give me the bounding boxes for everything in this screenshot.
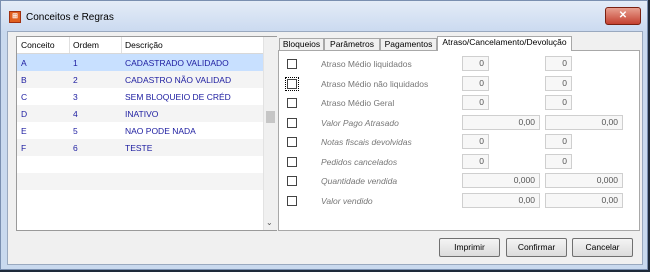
chevron-down-icon[interactable]: ⌄ bbox=[266, 218, 273, 227]
field-label: Valor Pago Atrasado bbox=[321, 117, 399, 128]
cell-descricao: TESTE bbox=[125, 143, 153, 153]
field-row: Quantidade vendida 0,000 0,000 bbox=[279, 172, 639, 189]
cell-descricao: INATIVO bbox=[125, 109, 159, 119]
tab-pagamentos[interactable]: Pagamentos bbox=[380, 38, 437, 50]
field-checkbox[interactable] bbox=[287, 156, 297, 167]
field-value-2[interactable]: 0,00 bbox=[545, 114, 623, 130]
cell-ordem: 4 bbox=[73, 109, 78, 119]
table-row[interactable] bbox=[17, 156, 263, 173]
scrollbar-thumb[interactable] bbox=[266, 111, 275, 123]
field-label: Atraso Médio liquidados bbox=[321, 59, 412, 69]
col-header-conceito[interactable]: Conceito bbox=[21, 40, 55, 50]
field-checkbox[interactable] bbox=[287, 59, 297, 69]
cell-descricao: SEM BLOQUEIO DE CRÉD bbox=[125, 92, 231, 102]
table-row[interactable]: C 3 SEM BLOQUEIO DE CRÉD bbox=[17, 88, 263, 105]
field-label: Pedidos cancelados bbox=[321, 156, 398, 167]
cell-ordem: 3 bbox=[73, 92, 78, 102]
cell-ordem: 2 bbox=[73, 75, 78, 85]
cell-conceito: E bbox=[21, 126, 27, 136]
field-value-2[interactable]: 0 bbox=[545, 75, 572, 91]
imprimir-button[interactable]: Imprimir bbox=[439, 238, 500, 257]
field-value-1[interactable]: 0 bbox=[462, 134, 489, 149]
close-button[interactable]: ✕ bbox=[605, 7, 641, 25]
table-row[interactable]: D 4 INATIVO bbox=[17, 105, 263, 122]
field-row: Atraso Médio Geral 0 0 bbox=[279, 94, 639, 111]
cell-descricao: CADASTRO NÃO VALIDAD bbox=[125, 75, 232, 85]
cell-ordem: 6 bbox=[73, 143, 78, 153]
list-header: Conceito Ordem Descrição bbox=[17, 37, 263, 54]
field-value-1[interactable]: 0 bbox=[462, 56, 489, 71]
cell-conceito: D bbox=[21, 109, 28, 119]
field-label: Atraso Médio Geral bbox=[321, 98, 395, 108]
table-row[interactable]: E 5 NAO PODE NADA bbox=[17, 122, 263, 139]
window-title: Conceitos e Regras bbox=[26, 12, 114, 23]
cell-conceito: C bbox=[21, 92, 28, 102]
table-row[interactable]: A 1 CADASTRADO VALIDADO bbox=[17, 54, 263, 71]
tab-parametros[interactable]: Parâmetros bbox=[324, 38, 380, 50]
field-row: Valor Pago Atrasado 0,00 0,00 bbox=[279, 114, 639, 131]
col-header-ordem[interactable]: Ordem bbox=[73, 40, 99, 50]
table-row[interactable]: F 6 TESTE bbox=[17, 139, 263, 156]
field-value-1[interactable]: 0,000 bbox=[462, 173, 540, 188]
conceitos-list[interactable]: Conceito Ordem Descrição A 1 CADASTRADO VA… bbox=[16, 36, 277, 231]
cell-descricao: CADASTRADO VALIDADO bbox=[125, 58, 229, 68]
list-scrollbar[interactable]: ⌄ bbox=[263, 37, 277, 230]
field-checkbox[interactable] bbox=[285, 76, 299, 91]
table-row[interactable]: B 2 CADASTRO NÃO VALIDAD bbox=[17, 71, 263, 88]
table-row[interactable] bbox=[17, 190, 263, 207]
table-row[interactable] bbox=[17, 173, 263, 190]
field-value-2[interactable]: 0,000 bbox=[545, 173, 623, 188]
cell-ordem: 5 bbox=[73, 126, 78, 136]
field-checkbox[interactable] bbox=[287, 195, 297, 206]
field-value-2[interactable]: 0 bbox=[545, 56, 572, 71]
close-x-icon: ✕ bbox=[618, 10, 628, 21]
app-logo-icon: ⊞ bbox=[9, 11, 21, 23]
tab-panel: Atraso Médio liquidados 0 0 Atraso Médio nã… bbox=[278, 50, 640, 231]
field-row: Valor vendido 0,00 0,00 bbox=[279, 192, 639, 209]
field-checkbox[interactable] bbox=[287, 137, 297, 147]
cell-descricao: NAO PODE NADA bbox=[125, 126, 196, 136]
tab-atraso-cancelamento-devolucao[interactable]: Atraso/Cancelamento/Devolução bbox=[437, 36, 572, 51]
field-checkbox[interactable] bbox=[287, 117, 297, 128]
field-label: Valor vendido bbox=[321, 195, 373, 206]
field-value-2[interactable]: 0 bbox=[545, 134, 572, 149]
field-value-2[interactable]: 0 bbox=[545, 153, 572, 169]
field-label: Notas fiscais devolvidas bbox=[321, 137, 412, 147]
cell-conceito: B bbox=[21, 75, 27, 85]
field-value-2[interactable]: 0,00 bbox=[545, 192, 623, 208]
cancelar-button[interactable]: Cancelar bbox=[572, 238, 633, 257]
dialog-window: ⊞ Conceitos e Regras ✕ Conceito Ordem De… bbox=[0, 0, 648, 270]
field-label: Quantidade vendida bbox=[321, 176, 398, 186]
field-checkbox[interactable] bbox=[287, 98, 297, 108]
tab-bloqueios[interactable]: Bloqueios bbox=[279, 38, 324, 50]
cell-conceito: A bbox=[21, 58, 27, 68]
field-checkbox[interactable] bbox=[287, 176, 297, 186]
field-value-1[interactable]: 0 bbox=[462, 95, 489, 110]
confirmar-button[interactable]: Confirmar bbox=[506, 238, 567, 257]
field-row: Notas fiscais devolvidas 0 0 bbox=[279, 133, 639, 150]
cell-ordem: 1 bbox=[73, 58, 78, 68]
field-value-1[interactable]: 0,00 bbox=[462, 192, 540, 208]
col-header-descricao[interactable]: Descrição bbox=[125, 40, 163, 50]
field-value-1[interactable]: 0 bbox=[462, 153, 489, 169]
field-value-2[interactable]: 0 bbox=[545, 95, 572, 110]
cell-conceito: F bbox=[21, 143, 27, 153]
dialog-body: Conceito Ordem Descrição A 1 CADASTRADO VA… bbox=[7, 31, 643, 265]
field-row: Atraso Médio liquidados 0 0 bbox=[279, 55, 639, 72]
field-value-1[interactable]: 0,00 bbox=[462, 114, 540, 130]
field-row: Atraso Médio não liquidados 0 0 bbox=[279, 75, 639, 92]
title-bar: ⊞ Conceitos e Regras ✕ bbox=[1, 1, 647, 31]
tab-strip: Bloqueios Parâmetros Pagamentos Atraso/C… bbox=[278, 36, 640, 51]
field-row: Pedidos cancelados 0 0 bbox=[279, 153, 639, 170]
field-label: Atraso Médio não liquidados bbox=[321, 78, 429, 89]
field-value-1[interactable]: 0 bbox=[462, 75, 489, 91]
